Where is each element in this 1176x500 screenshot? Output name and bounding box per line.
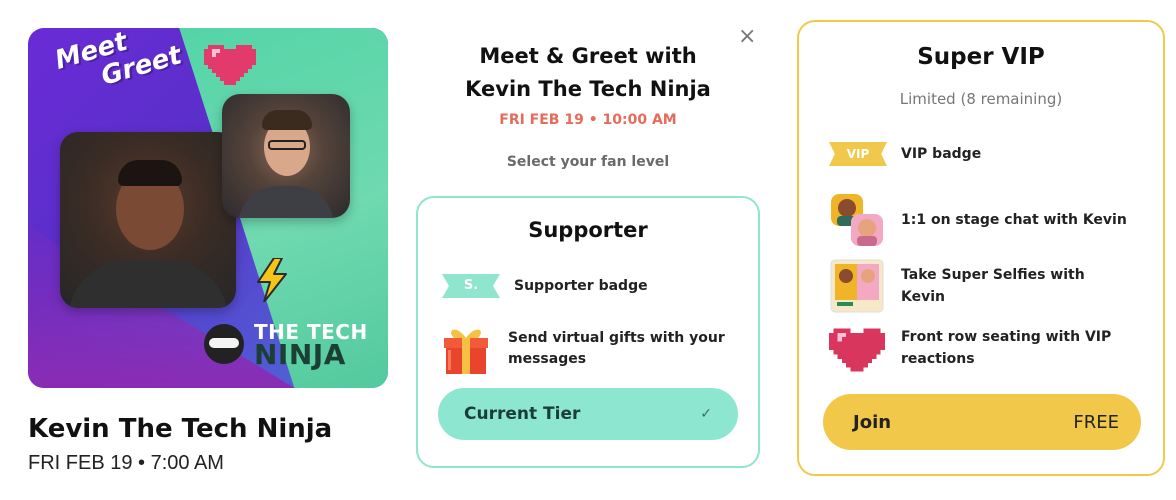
event-time: FRI FEB 19 • 10:00 AM	[499, 112, 677, 128]
join-label: Join	[853, 411, 892, 433]
host-photo-shirt	[68, 260, 228, 308]
pixel-heart-icon	[829, 328, 885, 372]
vip-availability: Limited (8 remaining)	[899, 90, 1063, 108]
select-fan-level-label: Select your fan level	[506, 154, 670, 170]
perk-virtual-gifts: Send virtual gifts with your messages	[442, 322, 728, 376]
meet-greet-title: Meet Greet	[52, 28, 185, 102]
join-button[interactable]: Join FREE	[823, 394, 1141, 450]
vip-title: Super VIP	[917, 44, 1045, 70]
host-date: FRI FEB 19 • 7:00 AM	[28, 452, 224, 474]
perk-stage-chat: 1:1 on stage chat with Kevin	[829, 192, 1127, 248]
super-vip-tier-card[interactable]: Super VIP Limited (8 remaining) VIP VIP …	[797, 20, 1165, 476]
perk-front-row: Front row seating with VIP reactions	[829, 322, 1131, 374]
event-title-line1: Meet & Greet with	[479, 44, 697, 68]
supporter-title: Supporter	[528, 218, 648, 242]
perk-super-selfies: Take Super Selfies with Kevin	[829, 258, 1131, 314]
guest-photo-glasses	[268, 140, 306, 150]
current-tier-button[interactable]: Current Tier ✓	[438, 388, 738, 440]
perk-text: VIP badge	[901, 146, 982, 162]
host-photo	[60, 132, 236, 308]
check-icon: ✓	[700, 406, 712, 422]
gift-icon	[444, 329, 488, 374]
host-photo-hair	[118, 160, 182, 186]
ninja-mask-icon	[204, 324, 244, 364]
event-title: Meet & Greet with Kevin The Tech Ninja	[420, 40, 756, 106]
supporter-tier-card[interactable]: Supporter S. Supporter badge Send virtua…	[416, 196, 760, 468]
perk-text: Take Super Selfies with Kevin	[901, 267, 1085, 305]
join-price: FREE	[1073, 411, 1119, 433]
event-title-line2: Kevin The Tech Ninja	[465, 77, 711, 101]
host-name: Kevin The Tech Ninja	[28, 414, 333, 444]
perk-text: Send virtual gifts with your messages	[508, 330, 725, 367]
chat-avatars-icon	[831, 194, 883, 246]
logo-bottom-text: NINJA	[254, 338, 346, 371]
perk-text: Front row seating with VIP reactions	[901, 329, 1112, 367]
perk-vip-badge: VIP VIP badge	[829, 142, 981, 166]
perk-text: Supporter badge	[514, 277, 648, 294]
event-poster: Meet Greet THE TECH NINJA	[28, 28, 388, 388]
selfie-icon	[830, 259, 884, 313]
guest-photo	[222, 94, 350, 218]
current-tier-label: Current Tier	[464, 404, 581, 424]
tech-ninja-logo: THE TECH NINJA	[204, 320, 380, 371]
vip-badge-icon: VIP	[829, 142, 887, 166]
perk-text: 1:1 on stage chat with Kevin	[901, 212, 1127, 228]
guest-photo-hair	[262, 110, 312, 130]
perk-supporter-badge: S. Supporter badge	[442, 274, 648, 298]
lightning-bolt-icon	[257, 258, 287, 302]
pixel-heart-icon	[204, 45, 256, 85]
guest-photo-shirt	[238, 186, 334, 218]
supporter-badge-icon: S.	[442, 274, 500, 298]
